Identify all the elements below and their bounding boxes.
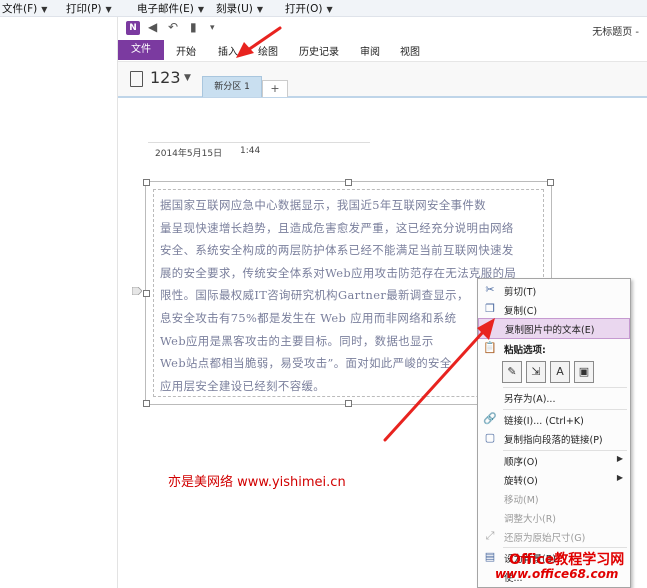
menu-file[interactable]: 文件(F) ▼ [2, 1, 47, 16]
menu-open-label: 打开(O) [285, 3, 323, 15]
menu-print[interactable]: 打印(P) ▼ [66, 1, 112, 16]
notebook-bar: 123 ▼ 新分区 1 + [118, 62, 647, 98]
menu-item-label: 复制图片中的文本(E) [505, 325, 595, 336]
paste-text-only-icon[interactable]: A [550, 361, 570, 383]
dropdown-arrow-icon: ▼ [326, 5, 333, 14]
page-time: 1:44 [240, 146, 261, 156]
menu-email[interactable]: 电子邮件(E) ▼ [137, 1, 204, 16]
menu-item-label: 旋转(O) [504, 476, 538, 487]
tab-review[interactable]: 审阅 [360, 43, 380, 58]
menu-item-order[interactable]: 顺序(O) ▶ [478, 451, 630, 470]
restore-size-icon: ⤢ [485, 529, 495, 542]
dropdown-arrow-icon: ▼ [105, 5, 112, 14]
notebook-name[interactable]: 123 [150, 68, 181, 87]
menu-item-label: 移动(M) [504, 495, 539, 506]
resize-handle[interactable] [143, 179, 150, 186]
add-section-button[interactable]: + [262, 80, 288, 97]
menu-item-link[interactable]: 🔗 链接(I)... (Ctrl+K) [478, 410, 630, 429]
menu-item-label: 链接(I)... (Ctrl+K) [504, 416, 584, 427]
submenu-arrow-icon: ▶ [616, 473, 623, 482]
tab-draw[interactable]: 绘图 [258, 43, 278, 58]
site-watermark: www.office68.com [495, 567, 619, 581]
menu-item-label: 另存为(A)... [504, 394, 556, 405]
dropdown-arrow-icon: ▼ [197, 5, 204, 14]
tab-home[interactable]: 开始 [176, 43, 196, 58]
menu-print-label: 打印(P) [66, 3, 102, 15]
resize-handle[interactable] [143, 400, 150, 407]
customize-qat-icon[interactable]: ▾ [210, 23, 215, 33]
copy-icon: ❐ [485, 302, 495, 315]
menu-item-label: 顺序(O) [504, 457, 538, 468]
menu-item-copy-link-to-paragraph[interactable]: ▢ 复制指向段落的链接(P) [478, 429, 630, 448]
onenote-logo-icon: N [126, 21, 140, 35]
menu-item-label: 复制指向段落的链接(P) [504, 435, 603, 446]
tab-file[interactable]: 文件 [118, 40, 164, 60]
paste-options-row: ✎ ⇲ A ▣ [502, 361, 622, 385]
dropdown-arrow-icon: ▼ [41, 5, 48, 14]
dock-icon[interactable]: ▮ [190, 20, 197, 34]
undo-icon[interactable]: ↶ [168, 20, 178, 34]
caption-watermark: 亦是美网络 www.yishimei.cn [168, 475, 346, 490]
tab-insert[interactable]: 插入 [218, 43, 238, 58]
submenu-arrow-icon: ▶ [616, 454, 623, 463]
paste-keep-formatting-icon[interactable]: ✎ [502, 361, 522, 383]
menu-bar: 文件(F) ▼ 打印(P) ▼ 电子邮件(E) ▼ 刻录(U) ▼ 打开(O) ▼ [0, 0, 647, 17]
brand-watermark: Office教程学习网 [509, 552, 625, 568]
chevron-down-icon[interactable]: ▼ [184, 73, 191, 83]
menu-item-save-as[interactable]: 另存为(A)... [478, 388, 630, 407]
context-menu: ✂ 剪切(T) ❐ 复制(C) 复制图片中的文本(E) 📋 粘贴选项: ✎ ⇲ … [477, 278, 631, 588]
menu-item-restore-size[interactable]: ⤢ 还原为原始尺寸(G) [478, 527, 630, 546]
paragraph-link-icon: ▢ [484, 431, 496, 444]
resize-handle[interactable] [143, 290, 150, 297]
document-title: 无标题页 - [592, 27, 639, 38]
menu-item-label: 调整大小(R) [504, 514, 557, 525]
page-date: 2014年5月15日 [155, 149, 223, 159]
menu-item-resize[interactable]: 调整大小(R) [478, 508, 630, 527]
resize-handle[interactable] [345, 179, 352, 186]
paste-merge-formatting-icon[interactable]: ⇲ [526, 361, 546, 383]
notebook-icon [130, 71, 143, 87]
menu-burn[interactable]: 刻录(U) ▼ [216, 1, 263, 16]
navigation-pane [0, 17, 118, 588]
paste-picture-icon[interactable]: ▣ [574, 361, 594, 383]
menu-item-label: 粘贴选项: [504, 345, 546, 356]
dropdown-arrow-icon: ▼ [256, 5, 264, 14]
menu-file-label: 文件(F) [2, 3, 38, 15]
resize-handle[interactable] [547, 179, 554, 186]
menu-item-rotate[interactable]: 旋转(O) ▶ [478, 470, 630, 489]
menu-item-label: 还原为原始尺寸(G) [504, 533, 586, 544]
tab-section[interactable]: 新分区 1 [202, 76, 262, 97]
quick-access-toolbar: N ◀ ↶ ▮ ▾ 无标题页 - [118, 17, 647, 39]
tab-view[interactable]: 视图 [400, 43, 420, 58]
menu-item-label: 复制(C) [504, 306, 538, 317]
scissors-icon: ✂ [485, 283, 495, 296]
ribbon-tabs: 文件 开始 插入 绘图 历史记录 审阅 视图 [118, 39, 647, 62]
tab-history[interactable]: 历史记录 [299, 43, 339, 58]
menu-open[interactable]: 打开(O) ▼ [285, 1, 333, 16]
menu-item-cut[interactable]: ✂ 剪切(T) [478, 281, 630, 300]
menu-burn-label: 刻录(U) [216, 3, 253, 15]
menu-item-label: 剪切(T) [504, 287, 537, 298]
menu-item-move[interactable]: 移动(M) [478, 489, 630, 508]
background-image-icon: ▤ [484, 550, 496, 563]
page-title-line[interactable] [148, 142, 370, 143]
link-icon: 🔗 [483, 412, 497, 425]
back-icon[interactable]: ◀ [148, 20, 157, 34]
menu-item-copy[interactable]: ❐ 复制(C) [478, 300, 630, 319]
menu-item-paste-options: 📋 粘贴选项: [478, 339, 630, 358]
paragraph-handle-icon[interactable] [132, 287, 142, 295]
clipboard-icon: 📋 [483, 341, 497, 354]
menu-item-copy-text-from-picture[interactable]: 复制图片中的文本(E) [478, 318, 630, 339]
menu-email-label: 电子邮件(E) [137, 3, 194, 15]
resize-handle[interactable] [345, 400, 352, 407]
